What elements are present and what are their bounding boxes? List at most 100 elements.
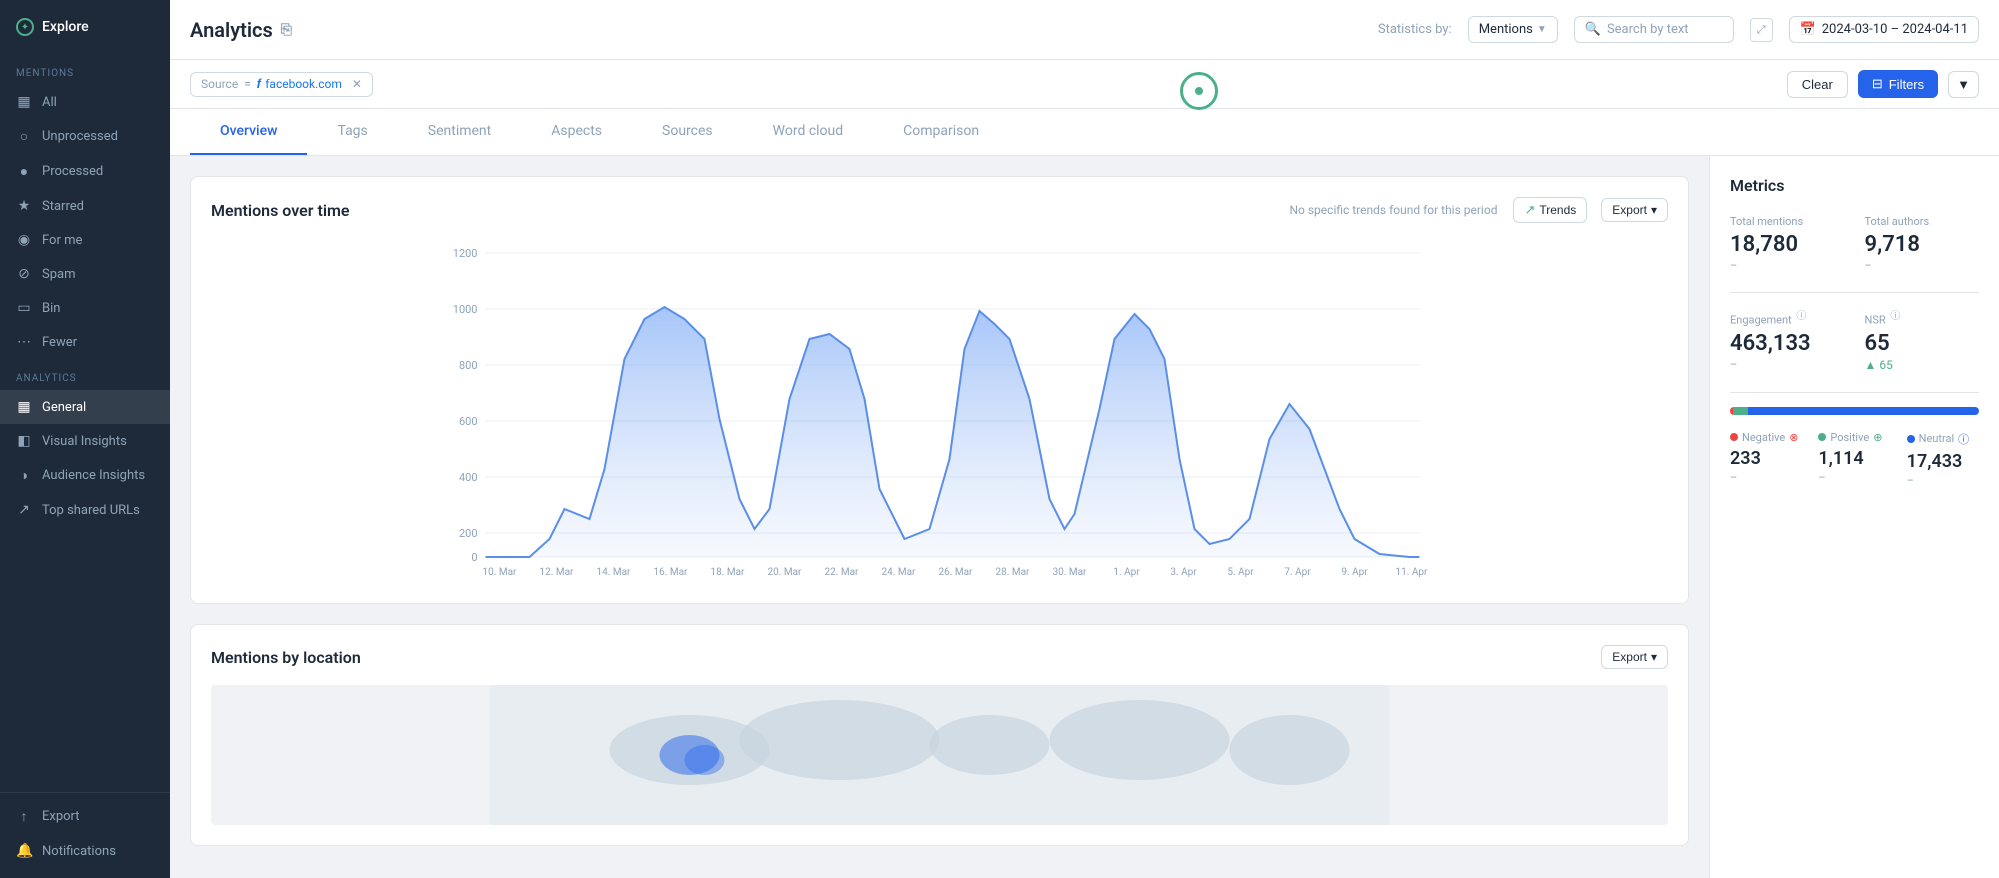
map-placeholder — [211, 685, 1668, 825]
main-content: Analytics ⎘ Statistics by: Mentions ▼ 🔍 … — [170, 0, 1999, 878]
chart-export-button[interactable]: Export ▾ — [1601, 198, 1668, 222]
nsr-label: NSR ⓘ — [1865, 307, 1980, 327]
sidebar-item-all[interactable]: ▦ All — [0, 85, 170, 119]
mentions-section-label: MENTIONS — [0, 54, 170, 85]
svg-text:14. Mar: 14. Mar — [597, 567, 632, 578]
negative-sub: – — [1730, 471, 1802, 484]
engagement-sub: – — [1730, 358, 1845, 371]
sidebar-item-general[interactable]: ▦ General — [0, 390, 170, 424]
sidebar-item-export[interactable]: ↑ Export — [0, 799, 170, 834]
source-filter-chip[interactable]: Source = 𝒇 facebook.com ✕ — [190, 72, 373, 97]
sidebar-item-bin[interactable]: ▭ Bin — [0, 291, 170, 325]
header: Analytics ⎘ Statistics by: Mentions ▼ 🔍 … — [170, 0, 1999, 60]
chart-title: Mentions over time — [211, 201, 350, 220]
neutral-sub: – — [1907, 474, 1979, 487]
map-svg — [211, 685, 1668, 825]
location-export-button[interactable]: Export ▾ — [1601, 645, 1668, 669]
more-button[interactable]: ▼ — [1948, 71, 1979, 98]
tab-tags[interactable]: Tags — [307, 109, 397, 155]
location-chart-title: Mentions by location — [211, 648, 361, 667]
all-icon: ▦ — [16, 94, 32, 110]
sidebar-item-label: Top shared URLs — [42, 503, 140, 518]
tab-comparison[interactable]: Comparison — [873, 109, 1009, 155]
dropdown-arrow-icon: ▼ — [1537, 24, 1547, 35]
negative-dot — [1730, 433, 1738, 441]
tab-sources[interactable]: Sources — [632, 109, 743, 155]
analytics-section-label: ANALYTICS — [0, 359, 170, 390]
facebook-icon: 𝒇 — [257, 77, 261, 92]
negative-label-row: Negative ⊗ — [1730, 431, 1802, 444]
chip-close-icon[interactable]: ✕ — [352, 77, 362, 91]
sidebar-item-spam[interactable]: ⊘ Spam — [0, 257, 170, 291]
sidebar-item-audience-insights[interactable]: ◑ Audience Insights — [0, 458, 170, 493]
svg-text:20. Mar: 20. Mar — [768, 567, 803, 578]
svg-text:22. Mar: 22. Mar — [825, 567, 860, 578]
sidebar-item-unprocessed[interactable]: ○ Unprocessed — [0, 119, 170, 154]
expand-icon[interactable]: ⤢ — [1750, 18, 1773, 42]
svg-text:600: 600 — [459, 415, 478, 428]
search-icon: 🔍 — [1585, 22, 1601, 37]
neutral-block: Neutral ⓘ 17,433 – — [1907, 431, 1979, 487]
sidebar-item-for-me[interactable]: ◉ For me — [0, 223, 170, 257]
tab-sentiment[interactable]: Sentiment — [398, 109, 521, 155]
sidebar-item-notifications[interactable]: 🔔 Notifications — [0, 834, 170, 868]
sidebar-item-visual-insights[interactable]: ◧ Visual Insights — [0, 424, 170, 458]
divider-2 — [1730, 392, 1979, 393]
general-icon: ▦ — [16, 399, 32, 415]
audience-insights-icon: ◑ — [16, 467, 32, 484]
stats-by-dropdown[interactable]: Mentions ▼ — [1468, 16, 1558, 43]
for-me-icon: ◉ — [16, 232, 32, 248]
location-export-arrow-icon: ▾ — [1651, 650, 1657, 664]
chip-eq: = — [244, 77, 251, 91]
metrics-panel: Metrics Total mentions 18,780 – Total au… — [1709, 156, 1999, 878]
positive-label: Positive — [1830, 431, 1869, 444]
tab-overview[interactable]: Overview — [190, 109, 307, 155]
svg-text:18. Mar: 18. Mar — [711, 567, 746, 578]
sidebar-item-fewer[interactable]: ⋯ Fewer — [0, 325, 170, 359]
sidebar-item-processed[interactable]: ● Processed — [0, 154, 170, 189]
search-placeholder: Search by text — [1607, 22, 1689, 37]
svg-text:1000: 1000 — [453, 303, 478, 316]
positive-value: 1,114 — [1818, 448, 1890, 469]
starred-icon: ★ — [16, 198, 32, 214]
stats-by-label: Statistics by: — [1378, 22, 1452, 37]
export-arrow-icon: ▾ — [1651, 203, 1657, 217]
svg-text:3. Apr: 3. Apr — [1170, 567, 1197, 578]
svg-text:24. Mar: 24. Mar — [882, 567, 917, 578]
positive-dot — [1818, 433, 1826, 441]
stats-by-value: Mentions — [1479, 22, 1533, 37]
sidebar-logo[interactable]: ✦ Explore — [0, 0, 170, 54]
copy-icon[interactable]: ⎘ — [281, 22, 292, 38]
tab-aspects[interactable]: Aspects — [521, 109, 632, 155]
mentions-authors-row: Total mentions 18,780 – Total authors 9,… — [1730, 215, 1979, 272]
nsr-sub: ▲ 65 — [1865, 358, 1980, 372]
clear-button[interactable]: Clear — [1787, 71, 1848, 98]
total-authors-block: Total authors 9,718 – — [1865, 215, 1980, 272]
sidebar-bottom: ↑ Export 🔔 Notifications — [0, 792, 170, 868]
filters-button[interactable]: ⊟ Filters — [1858, 70, 1938, 98]
trends-button[interactable]: ↗ Trends — [1513, 197, 1587, 223]
fewer-icon: ⋯ — [16, 334, 32, 350]
page-title-text: Analytics — [190, 18, 273, 42]
sidebar-item-label: All — [42, 95, 57, 110]
neutral-dot — [1907, 435, 1915, 443]
spam-icon: ⊘ — [16, 266, 32, 282]
filters-label: Filters — [1889, 77, 1924, 92]
sidebar-item-label: Audience Insights — [42, 468, 145, 483]
svg-text:800: 800 — [459, 359, 478, 372]
filter-icon: ⊟ — [1872, 76, 1883, 92]
visual-insights-icon: ◧ — [16, 433, 32, 449]
engagement-info-icon: ⓘ — [1796, 311, 1806, 322]
svg-text:11. Apr: 11. Apr — [1396, 567, 1428, 578]
date-range-picker[interactable]: 📅 2024-03-10 – 2024-04-11 — [1789, 16, 1979, 43]
svg-text:1200: 1200 — [453, 247, 478, 260]
sidebar-item-starred[interactable]: ★ Starred — [0, 189, 170, 223]
svg-text:0: 0 — [471, 551, 477, 564]
engagement-block: Engagement ⓘ 463,133 – — [1730, 307, 1845, 372]
svg-text:400: 400 — [459, 471, 478, 484]
tab-word-cloud[interactable]: Word cloud — [743, 109, 874, 155]
sidebar-item-top-shared-urls[interactable]: ↗ Top shared URLs — [0, 493, 170, 527]
negative-icon: ⊗ — [1789, 431, 1798, 444]
total-mentions-label: Total mentions — [1730, 215, 1845, 228]
search-box[interactable]: 🔍 Search by text — [1574, 16, 1734, 43]
